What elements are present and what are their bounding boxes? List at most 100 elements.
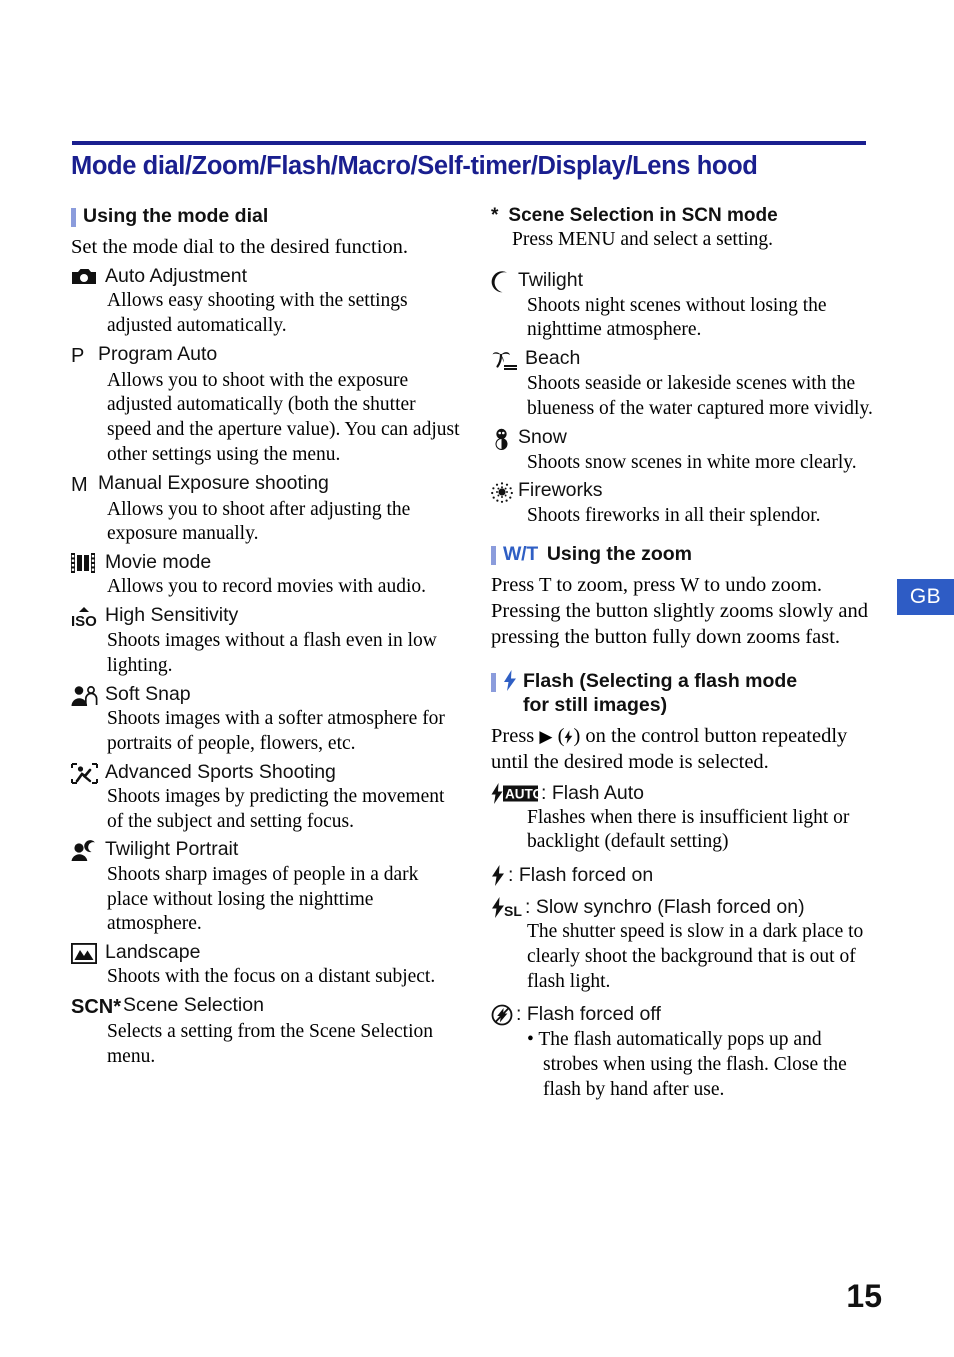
mode-desc: Allows you to shoot after adjusting the … [107,498,411,545]
mode-name: Scene Selection [123,994,264,1017]
mode-desc: Selects a setting from the Scene Selecti… [107,1021,433,1067]
mode-name: High Sensitivity [105,604,239,627]
heading-scene-selection-scn: * Scene Selection in SCN mode [491,205,876,227]
title-rule [72,141,866,145]
zoom-prefix-label: W/T [503,543,538,566]
sports-icon [71,761,105,784]
flash-slow-synchro-icon: SL [491,897,522,919]
right-triangle-icon: ▶ [539,726,553,746]
heading-label: Scene Selection in SCN mode [508,205,778,226]
mode-auto-adjustment: Auto Adjustment [71,265,461,288]
mode-twilight-portrait: Twilight Portrait [71,838,461,862]
scene-snow: Snow [491,426,876,450]
scene-desc: Shoots fireworks in all their splendor. [527,505,821,527]
mode-movie: Movie mode [71,551,461,574]
mode-name: Twilight Portrait [105,838,239,861]
letter-m-icon: M [71,473,88,496]
scn-icon: SCN* [71,996,122,1019]
mode-soft-snap: Soft Snap [71,683,461,706]
flash-section-note: • The flash automatically pops up and st… [527,1029,847,1100]
palm-tree-icon [491,347,525,371]
scene-name: Snow [518,425,567,448]
mode-manual-exposure: M Manual Exposure shooting [71,472,461,497]
zoom-section-body: Press T to zoom, press W to undo zoom. P… [491,573,868,648]
svg-text:AUTO: AUTO [505,786,538,801]
flash-mode-on: : Flash forced on [491,864,876,887]
heading-label: Using the zoom [546,543,693,566]
scene-desc: Shoots seaside or lakeside scenes with t… [527,373,873,419]
mode-name: Soft Snap [105,682,191,705]
mode-name: Auto Adjustment [105,264,248,287]
letter-p-icon: P [71,344,85,367]
page-title: Mode dial/Zoom/Flash/Macro/Self-timer/Di… [71,152,758,180]
page-number: 15 [846,1278,882,1314]
mode-name: Advanced Sports Shooting [105,760,336,783]
heading-using-the-zoom: W/T Using the zoom [491,543,876,567]
mode-scene-selection: SCN* Scene Selection [71,994,461,1019]
mode-program-auto: P Program Auto [71,343,461,368]
flash-mode-label: : Flash forced off [516,1003,661,1026]
flash-off-icon [491,1004,513,1026]
heading-using-the-mode-dial: Using the mode dial [71,205,461,229]
flash-mode-off: : Flash forced off [491,1003,876,1026]
scene-desc: Shoots snow scenes in white more clearly… [527,451,857,473]
mode-desc: Shoots sharp images of people in a dark … [107,863,419,935]
svg-text:SL: SL [504,903,522,918]
heading-label: Using the mode dial [83,205,269,227]
heading-accent-bar [491,546,496,566]
mode-advanced-sports: Advanced Sports Shooting [71,761,461,784]
mode-name: Manual Exposure shooting [98,471,329,494]
heading-flash-mode: Flash (Selecting a flash mode for still … [491,670,876,718]
mode-desc: Allows you to record movies with audio. [107,576,426,598]
mode-desc: Allows you to shoot with the exposure ad… [107,369,460,465]
mode-landscape: Landscape [71,941,461,965]
landscape-icon [71,941,105,965]
scene-section-lead: Press MENU and select a setting. [512,229,774,250]
flash-auto-icon: AUTO [491,782,538,804]
right-column: * Scene Selection in SCN mode Press MENU… [491,205,876,1103]
mode-desc: Shoots images with a softer atmosphere f… [107,708,445,754]
iso-icon: ISO [71,604,105,628]
flash-on-icon [491,865,505,887]
heading-label-line1: Flash (Selecting a flash mode [523,670,798,693]
mode-name: Program Auto [98,342,218,365]
scene-name: Beach [525,347,581,370]
soft-snap-icon [71,683,105,706]
film-strip-icon [71,551,105,573]
svg-text:ISO: ISO [71,613,97,628]
flash-mode-label: : Flash forced on [508,864,654,887]
manual-page: Mode dial/Zoom/Flash/Macro/Self-timer/Di… [0,0,954,1357]
asterisk-marker: * [491,205,499,226]
heading-accent-bar [491,673,496,693]
left-column: Using the mode dial Set the mode dial to… [71,205,461,1070]
mode-desc: Shoots images by predicting the movement… [107,785,445,832]
scene-beach: Beach [491,347,876,371]
mode-desc: Shoots images without a flash even in lo… [107,630,437,676]
flash-bolt-icon [503,670,517,692]
scene-name: Twilight [518,268,584,291]
flash-body-part1: Press [491,724,540,747]
camera-icon [71,265,105,286]
snowman-icon [491,426,518,450]
mode-desc: Allows easy shooting with the settings a… [107,290,408,336]
flash-mode-slow-synchro: SL : Slow synchro (Flash forced on) [491,896,876,919]
flash-mode-desc: Flashes when there is insufficient light… [527,806,850,853]
heading-label-line2: for still images) [523,694,668,717]
flash-mode-auto: AUTO : Flash Auto [491,782,876,805]
mode-dial-lead: Set the mode dial to the desired functio… [71,235,409,258]
flash-mode-desc: The shutter speed is slow in a dark plac… [527,921,864,992]
flash-mode-label: : Flash Auto [541,781,644,804]
heading-accent-bar [71,208,76,227]
language-tab-gb: GB [897,579,954,615]
twilight-portrait-icon [71,838,105,862]
fireworks-icon [491,479,518,504]
mode-desc: Shoots with the focus on a distant subje… [107,966,436,988]
scene-fireworks: Fireworks [491,479,876,504]
scene-name: Fireworks [518,479,603,502]
mode-name: Movie mode [105,551,212,573]
flash-body-part2: ( [552,724,565,747]
flash-section-body: Press ▶ () on the control button repeate… [491,724,876,776]
mode-high-sensitivity: ISO High Sensitivity [71,604,461,628]
scene-desc: Shoots night scenes without losing the n… [527,294,827,341]
flash-mode-label: : Slow synchro (Flash forced on) [525,896,805,919]
